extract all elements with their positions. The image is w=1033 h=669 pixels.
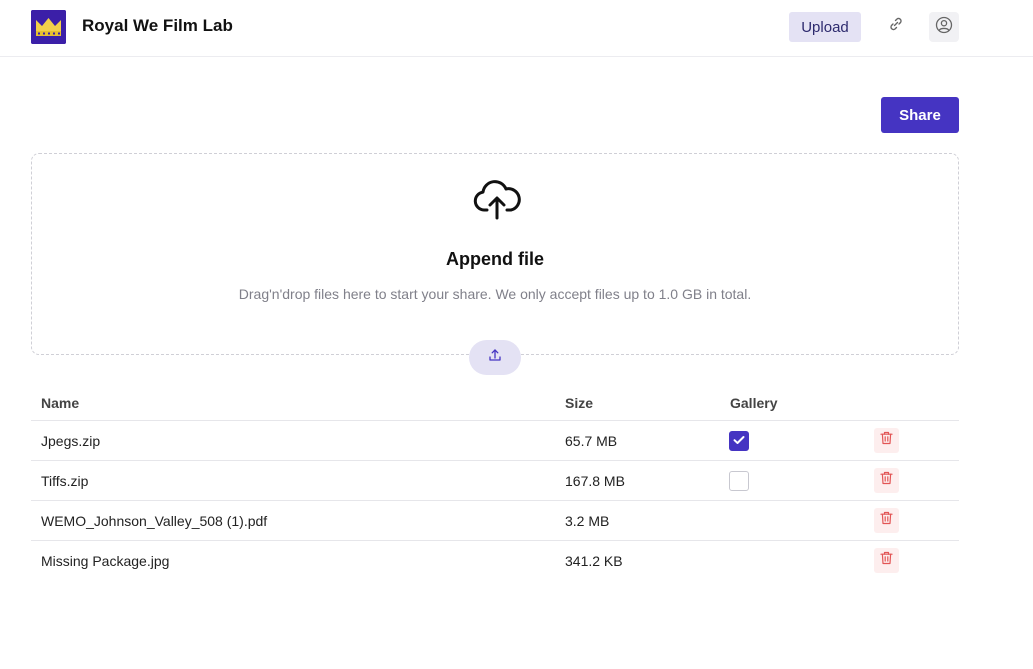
table-row: Missing Package.jpg 341.2 KB: [31, 541, 959, 581]
file-size: 167.8 MB: [565, 473, 625, 489]
table-row: Jpegs.zip 65.7 MB: [31, 421, 959, 461]
upload-icon: [488, 348, 502, 367]
trash-icon: [880, 551, 893, 570]
user-circle-icon: [935, 16, 953, 39]
column-header-name[interactable]: Name: [41, 395, 79, 411]
table-header: Name Size Gallery: [31, 384, 959, 421]
dropzone-description: Drag'n'drop files here to start your sha…: [238, 286, 752, 302]
file-name: Tiffs.zip: [41, 473, 89, 489]
link-button[interactable]: [882, 12, 910, 40]
app-header: Royal We Film Lab Upload: [0, 0, 1033, 57]
gallery-checkbox[interactable]: [729, 431, 749, 451]
link-icon: [888, 16, 904, 37]
user-menu-button[interactable]: [929, 12, 959, 42]
crown-film-logo-icon[interactable]: [31, 10, 66, 44]
share-button[interactable]: Share: [881, 97, 959, 133]
column-header-size[interactable]: Size: [565, 395, 593, 411]
file-name: Missing Package.jpg: [41, 553, 170, 569]
check-icon: [733, 432, 745, 450]
files-table: Name Size Gallery Jpegs.zip 65.7 MB Tiffs.…: [31, 384, 959, 581]
file-size: 341.2 KB: [565, 553, 623, 569]
file-name: WEMO_Johnson_Valley_508 (1).pdf: [41, 513, 268, 529]
column-header-gallery[interactable]: Gallery: [730, 395, 777, 411]
cloud-upload-icon: [473, 178, 521, 220]
delete-file-button[interactable]: [874, 428, 899, 453]
table-row: Tiffs.zip 167.8 MB: [31, 461, 959, 501]
table-row: WEMO_Johnson_Valley_508 (1).pdf 3.2 MB: [31, 501, 959, 541]
file-dropzone[interactable]: Append file Drag'n'drop files here to st…: [31, 153, 959, 355]
trash-icon: [880, 511, 893, 530]
delete-file-button[interactable]: [874, 548, 899, 573]
table-body: Jpegs.zip 65.7 MB Tiffs.zip 167.8 MB WEMO_Jo…: [31, 421, 959, 581]
gallery-checkbox[interactable]: [729, 471, 749, 491]
upload-button[interactable]: Upload: [789, 12, 861, 42]
delete-file-button[interactable]: [874, 508, 899, 533]
select-files-button[interactable]: [469, 340, 521, 375]
dropzone-title: Append file: [446, 249, 544, 269]
file-name: Jpegs.zip: [41, 433, 101, 449]
file-size: 3.2 MB: [565, 513, 610, 529]
delete-file-button[interactable]: [874, 468, 899, 493]
trash-icon: [880, 431, 893, 450]
trash-icon: [880, 471, 893, 490]
app-title: Royal We Film Lab: [82, 16, 233, 35]
file-size: 65.7 MB: [565, 433, 618, 449]
